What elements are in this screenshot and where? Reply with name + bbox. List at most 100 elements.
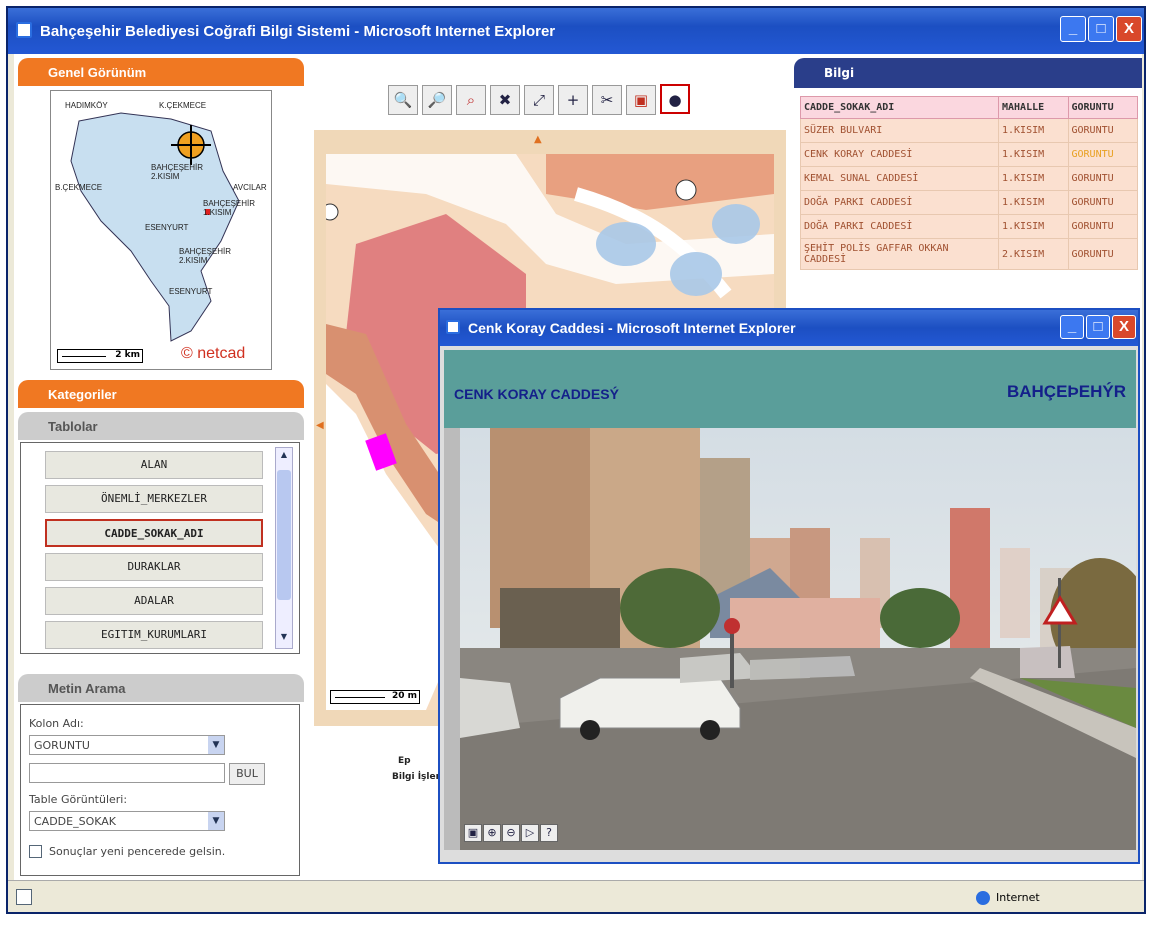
table-header-row: CADDE_SOKAK_ADI MAHALLE GORUNTU xyxy=(800,96,1138,119)
overview-label: BAHÇEŞEHİR 2.KISIM xyxy=(179,247,232,265)
globe-icon xyxy=(976,891,990,905)
overview-label: AVCILAR xyxy=(233,183,267,192)
table-row: ŞEHİT POLİS GAFFAR OKKAN CADDESİ 2.KISIM G… xyxy=(800,238,1138,270)
table-item-egitim-kurumlari[interactable]: EGITIM_KURUMLARI xyxy=(45,621,263,649)
chevron-down-icon[interactable]: ▼ xyxy=(208,736,224,754)
scroll-down-icon[interactable]: ▼ xyxy=(277,632,291,646)
zoom-out-icon[interactable]: 🔎 xyxy=(422,85,452,115)
photo-icon[interactable]: ▣ xyxy=(464,824,482,842)
pan-west-icon[interactable]: ◀ xyxy=(316,420,324,431)
chevron-down-icon[interactable]: ▼ xyxy=(208,812,224,830)
overview-map[interactable]: HADIMKÖY K.ÇEKMECE BAHÇEŞEHİR 2.KISIM B.… xyxy=(50,90,272,370)
categories-header[interactable]: Kategoriler xyxy=(18,380,304,408)
map-scale: 20 m xyxy=(330,690,420,704)
find-button[interactable]: BUL xyxy=(229,763,265,785)
column-header: CADDE_SOKAK_ADI xyxy=(800,96,999,119)
table-row: DOĞA PARKI CADDESİ 1.KISIM GORUNTU xyxy=(800,190,1138,215)
pan-north-icon[interactable]: ▲ xyxy=(534,134,542,145)
street-cell: KEMAL SUNAL CADDESİ xyxy=(800,166,999,191)
popup-title-bar[interactable]: Cenk Koray Caddesi - Microsoft Internet … xyxy=(440,310,1138,346)
zoom-out-icon[interactable]: ⊖ xyxy=(502,824,520,842)
status-bar: Internet xyxy=(8,880,1144,912)
info-header[interactable]: Bilgi xyxy=(794,58,1142,88)
new-window-checkbox[interactable] xyxy=(29,845,42,858)
district-cell: 1.KISIM xyxy=(998,118,1069,143)
maximize-button[interactable]: □ xyxy=(1088,16,1114,42)
play-icon[interactable]: ▷ xyxy=(521,824,539,842)
district-cell: 1.KISIM xyxy=(998,142,1069,167)
street-photo-window: Cenk Koray Caddesi - Microsoft Internet … xyxy=(438,308,1140,864)
overview-label: K.ÇEKMECE xyxy=(159,101,207,110)
pan-icon[interactable]: + xyxy=(558,85,588,115)
view-link[interactable]: GORUNTU xyxy=(1067,118,1138,143)
table-views-select[interactable]: CADDE_SOKAK ▼ xyxy=(29,811,225,831)
district-cell: 1.KISIM xyxy=(998,166,1069,191)
left-panel: Genel Görünüm HADIMKÖY K.ÇEKMECE BAHÇEŞE… xyxy=(14,54,306,880)
street-cell: CENK KORAY CADDESİ xyxy=(800,142,999,167)
table-list: ALAN ÖNEMLİ_MERKEZLER CADDE_SOKAK_ADI DU… xyxy=(20,442,300,654)
zoom-area-icon[interactable]: ⌕ xyxy=(456,85,486,115)
window-title: Bahçeşehir Belediyesi Coğrafi Bilgi Sist… xyxy=(40,23,556,40)
ie-icon xyxy=(446,320,460,334)
view-link[interactable]: GORUNTU xyxy=(1067,214,1138,239)
table-row: CENK KORAY CADDESİ 1.KISIM GORUNTU xyxy=(800,142,1138,167)
scroll-up-icon[interactable]: ▲ xyxy=(277,450,291,464)
table-item-adalar[interactable]: ADALAR xyxy=(45,587,263,615)
table-row: KEMAL SUNAL CADDESİ 1.KISIM GORUNTU xyxy=(800,166,1138,191)
street-cell: ŞEHİT POLİS GAFFAR OKKAN CADDESİ xyxy=(800,238,999,270)
text-search-header[interactable]: Metin Arama xyxy=(18,674,304,702)
search-input[interactable] xyxy=(29,763,225,783)
new-window-label: Sonuçlar yeni pencerede gelsin. xyxy=(49,845,226,858)
popup-minimize-button[interactable]: _ xyxy=(1060,315,1084,339)
measure-icon[interactable]: ✂ xyxy=(592,85,622,115)
close-button[interactable]: X xyxy=(1116,16,1142,42)
minimize-button[interactable]: _ xyxy=(1060,16,1086,42)
overview-header[interactable]: Genel Görünüm xyxy=(18,58,304,86)
photo-side-strip xyxy=(444,428,460,850)
table-item-onemli-merkezler[interactable]: ÖNEMLİ_MERKEZLER xyxy=(45,485,263,513)
netcad-logo: © netcad xyxy=(181,345,246,362)
fit-icon[interactable]: ⤢ xyxy=(524,85,554,115)
overview-label: BAHÇEŞEHİR 2.KISIM xyxy=(151,163,204,181)
popup-close-button[interactable]: X xyxy=(1112,315,1136,339)
table-row: DOĞA PARKI CADDESİ 1.KISIM GORUNTU xyxy=(800,214,1138,239)
overview-label: ESENYURT xyxy=(145,223,189,232)
district-cell: 2.KISIM xyxy=(998,238,1069,270)
page-icon xyxy=(16,889,32,905)
column-header: MAHALLE xyxy=(998,96,1069,119)
table-item-alan[interactable]: ALAN xyxy=(45,451,263,479)
popup-maximize-button[interactable]: □ xyxy=(1086,315,1110,339)
view-link[interactable]: GORUNTU xyxy=(1067,166,1138,191)
print-icon[interactable]: ▣ xyxy=(626,85,656,115)
full-extent-icon[interactable]: ✖ xyxy=(490,85,520,115)
map-toolbar: 🔍 🔎 ⌕ ✖ ⤢ + ✂ ▣ ● xyxy=(386,84,732,122)
info-table: CADDE_SOKAK_ADI MAHALLE GORUNTU SÜZER BU… xyxy=(800,96,1138,270)
zoom-in-icon[interactable]: ⊕ xyxy=(483,824,501,842)
view-link[interactable]: GORUNTU xyxy=(1067,238,1138,270)
table-item-cadde-sokak-adi[interactable]: CADDE_SOKAK_ADI xyxy=(45,519,263,547)
security-zone: Internet xyxy=(996,891,1040,904)
info-icon[interactable]: ● xyxy=(660,84,690,114)
view-link[interactable]: GORUNTU xyxy=(1067,142,1138,167)
district-cell: 1.KISIM xyxy=(998,214,1069,239)
street-photo[interactable] xyxy=(460,428,1136,850)
column-name-label: Kolon Adı: xyxy=(29,717,84,730)
street-cell: DOĞA PARKI CADDESİ xyxy=(800,190,999,215)
table-row: SÜZER BULVARI 1.KISIM GORUNTU xyxy=(800,118,1138,143)
popup-title: Cenk Koray Caddesi - Microsoft Internet … xyxy=(468,320,796,336)
text-search-panel: Kolon Adı: GORUNTU ▼ BUL Table Görüntüle… xyxy=(20,704,300,876)
column-header: GORUNTU xyxy=(1067,96,1138,119)
view-link[interactable]: GORUNTU xyxy=(1067,190,1138,215)
scroll-thumb[interactable] xyxy=(277,470,291,600)
tables-header[interactable]: Tablolar xyxy=(18,412,304,440)
help-icon[interactable]: ? xyxy=(540,824,558,842)
table-item-duraklar[interactable]: DURAKLAR xyxy=(45,553,263,581)
table-list-scrollbar[interactable]: ▲ ▼ xyxy=(275,447,293,649)
overview-label: HADIMKÖY xyxy=(65,101,108,110)
street-panorama xyxy=(460,428,1136,850)
title-bar[interactable]: Bahçeşehir Belediyesi Coğrafi Bilgi Sist… xyxy=(8,8,1144,54)
column-name-select[interactable]: GORUNTU ▼ xyxy=(29,735,225,755)
photo-controls: ▣ ⊕ ⊖ ▷? xyxy=(464,824,559,844)
map-footer-text: Ep xyxy=(398,756,411,766)
zoom-in-icon[interactable]: 🔍 xyxy=(388,85,418,115)
